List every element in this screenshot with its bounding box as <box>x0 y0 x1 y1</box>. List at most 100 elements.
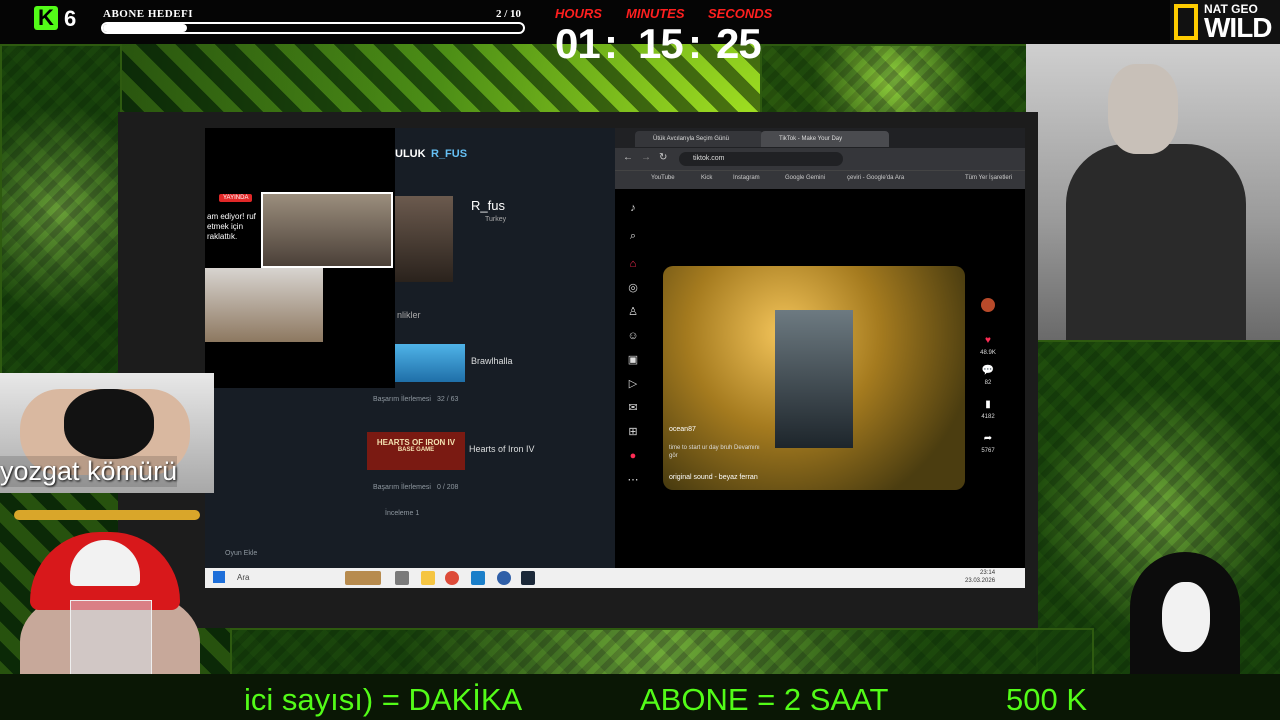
messages-icon[interactable]: ▷ <box>627 378 639 390</box>
portrait-photo <box>1026 44 1280 340</box>
subscriber-goal-label: ABONE HEDEFI <box>103 8 194 20</box>
steam-window: ULUK R_FUS R_fus Turkey nlikler Brawlhal… <box>205 128 615 568</box>
steam-game-row[interactable]: HEARTS OF IRON IV BASE GAME Hearts of Ir… <box>365 432 615 474</box>
browser-address-bar: ← → ↻ tiktok.com <box>615 148 1025 170</box>
steam-progress-value: 0 / 208 <box>437 484 459 491</box>
timer-separator: : <box>688 20 702 67</box>
browser-tab-bar: Ütük Avcılarıyla Seçim Günü TikTok - Mak… <box>615 128 1025 148</box>
bookmark-all[interactable]: Tüm Yer İşaretleri <box>965 175 1012 181</box>
bookmarks-bar: YouTube Kick Instagram Google Gemini çev… <box>615 170 1025 189</box>
upload-icon[interactable]: ⊞ <box>627 426 639 438</box>
browser-tab-active[interactable]: TikTok - Make Your Day <box>761 131 889 147</box>
subscriber-goal-fill <box>103 24 187 32</box>
browser-window: Ütük Avcılarıyla Seçim Günü TikTok - Mak… <box>615 128 1025 568</box>
store-icon[interactable] <box>471 571 485 585</box>
logo-bottom-text: WILD <box>1204 12 1273 43</box>
background-tile <box>230 628 1094 678</box>
steam-game-name: Brawlhalla <box>471 356 513 366</box>
hoi4-thumb-title: HEARTS OF IRON IV <box>376 438 456 447</box>
ticker-segment: 500 K <box>1006 682 1088 717</box>
timer-seconds-label: SECONDS <box>708 6 773 21</box>
comment-icon[interactable]: 💬 <box>981 364 995 378</box>
clock-time: 23:14 <box>980 570 996 576</box>
heart-icon[interactable]: ♥ <box>981 334 995 348</box>
portrait-suit <box>1066 144 1246 340</box>
explore-icon[interactable]: ◎ <box>627 282 639 294</box>
url-input[interactable]: tiktok.com <box>679 152 843 166</box>
like-count: 48.9K <box>980 350 996 356</box>
kick-logo-icon: K <box>34 6 58 30</box>
desktop-screen: ULUK R_FUS R_fus Turkey nlikler Brawlhal… <box>205 128 1025 568</box>
back-icon[interactable]: ← <box>623 152 633 163</box>
activity-icon[interactable]: ✉ <box>627 402 639 414</box>
forward-icon[interactable]: → <box>641 152 651 163</box>
news-widget-icon[interactable] <box>345 571 381 585</box>
video-username[interactable]: ocean87 <box>669 426 696 433</box>
steam-game-row[interactable]: Brawlhalla <box>365 344 615 386</box>
share-icon[interactable]: ➦ <box>981 432 995 446</box>
browser-tab[interactable]: Ütük Avcılarıyla Seçim Günü <box>635 131 763 147</box>
video-inset-frame <box>775 310 853 448</box>
clock-date: 23.03.2026 <box>965 578 996 584</box>
bookmark-kick[interactable]: Kick <box>701 175 712 181</box>
search-icon[interactable]: ⌕ <box>627 230 639 242</box>
steam-review-count[interactable]: İnceleme 1 <box>385 510 419 517</box>
steam-nav-item[interactable]: ULUK <box>395 148 426 160</box>
live-description: am ediyor! ruf etmek için raklattık. <box>207 212 256 241</box>
webcam-feed <box>261 192 393 268</box>
steam-icon[interactable] <box>521 571 535 585</box>
steam-nav-username[interactable]: R_FUS <box>431 148 467 160</box>
tiktok-video[interactable]: ocean87 time to start ur day bruh Devamı… <box>663 266 965 490</box>
timer-seconds: 25 <box>716 20 762 67</box>
natgeo-wild-logo: NAT GEO WILD <box>1170 0 1280 44</box>
file-explorer-icon[interactable] <box>421 571 435 585</box>
share-count: 5767 <box>981 448 995 454</box>
taskbar-clock: 23:14 23.03.2026 <box>965 569 995 585</box>
webcam-feed <box>205 268 323 342</box>
coal-label: yozgat kömürü <box>0 456 178 487</box>
bookmark-count: 4182 <box>981 414 995 420</box>
friends-icon[interactable]: ☺ <box>627 330 639 342</box>
steam-profile-country: Turkey <box>485 216 507 223</box>
steam-progress-label: Başarım İlerlemesi <box>373 396 431 403</box>
hoi4-thumb-subtitle: BASE GAME <box>397 447 435 453</box>
steam-progress-value: 32 / 63 <box>437 396 459 403</box>
task-view-icon[interactable] <box>395 571 409 585</box>
background-tile <box>760 44 1030 116</box>
creator-avatar-icon[interactable] <box>981 298 995 312</box>
bookmark-ceviri[interactable]: çeviri - Google'da Ara <box>847 175 904 181</box>
reload-icon[interactable]: ↻ <box>659 152 667 163</box>
timer-minutes-label: MINUTES <box>626 6 685 21</box>
live-badge: YAYINDA <box>219 194 253 202</box>
windows-taskbar: Ara 23:14 23.03.2026 <box>205 568 1025 588</box>
tiktok-logo-icon[interactable]: ♪ <box>627 202 639 214</box>
timer-minutes: 15 <box>638 20 684 67</box>
steam-section-heading: nlikler <box>397 310 421 320</box>
timer-hours-label: HOURS <box>555 6 602 21</box>
bookmark-instagram[interactable]: Instagram <box>733 175 760 181</box>
taskbar-search[interactable]: Ara <box>237 570 249 586</box>
bookmark-youtube[interactable]: YouTube <box>651 175 675 181</box>
steam-avatar <box>393 196 453 282</box>
profile-icon[interactable]: ● <box>627 450 639 462</box>
subscriber-goal-progress <box>101 22 525 34</box>
stream-overlay: YAYINDA am ediyor! ruf etmek için raklat… <box>205 128 395 388</box>
scrolling-ticker: ici sayısı) = DAKİKA ABONE = 2 SAAT 500 … <box>0 674 1280 720</box>
hoi4-thumb: HEARTS OF IRON IV BASE GAME <box>367 432 465 470</box>
propeller-icon <box>14 510 200 520</box>
obs-icon[interactable] <box>497 571 511 585</box>
coal-rock <box>64 389 154 459</box>
live-icon[interactable]: ▣ <box>627 354 639 366</box>
bookmark-icon[interactable]: ▮ <box>981 398 995 412</box>
ghostface-mask <box>1162 582 1210 652</box>
brawlhalla-thumb <box>393 344 465 382</box>
chrome-icon[interactable] <box>445 571 459 585</box>
natgeo-frame-icon <box>1174 4 1198 40</box>
home-icon[interactable]: ⌂ <box>627 258 639 270</box>
background-tile <box>0 44 122 378</box>
following-icon[interactable]: ♙ <box>627 306 639 318</box>
more-icon[interactable]: ⋯ <box>627 474 639 486</box>
bookmark-gemini[interactable]: Google Gemini <box>785 175 825 181</box>
video-sound[interactable]: original sound - beyaz ferran <box>669 474 758 481</box>
timer-hours: 01 <box>555 20 601 67</box>
